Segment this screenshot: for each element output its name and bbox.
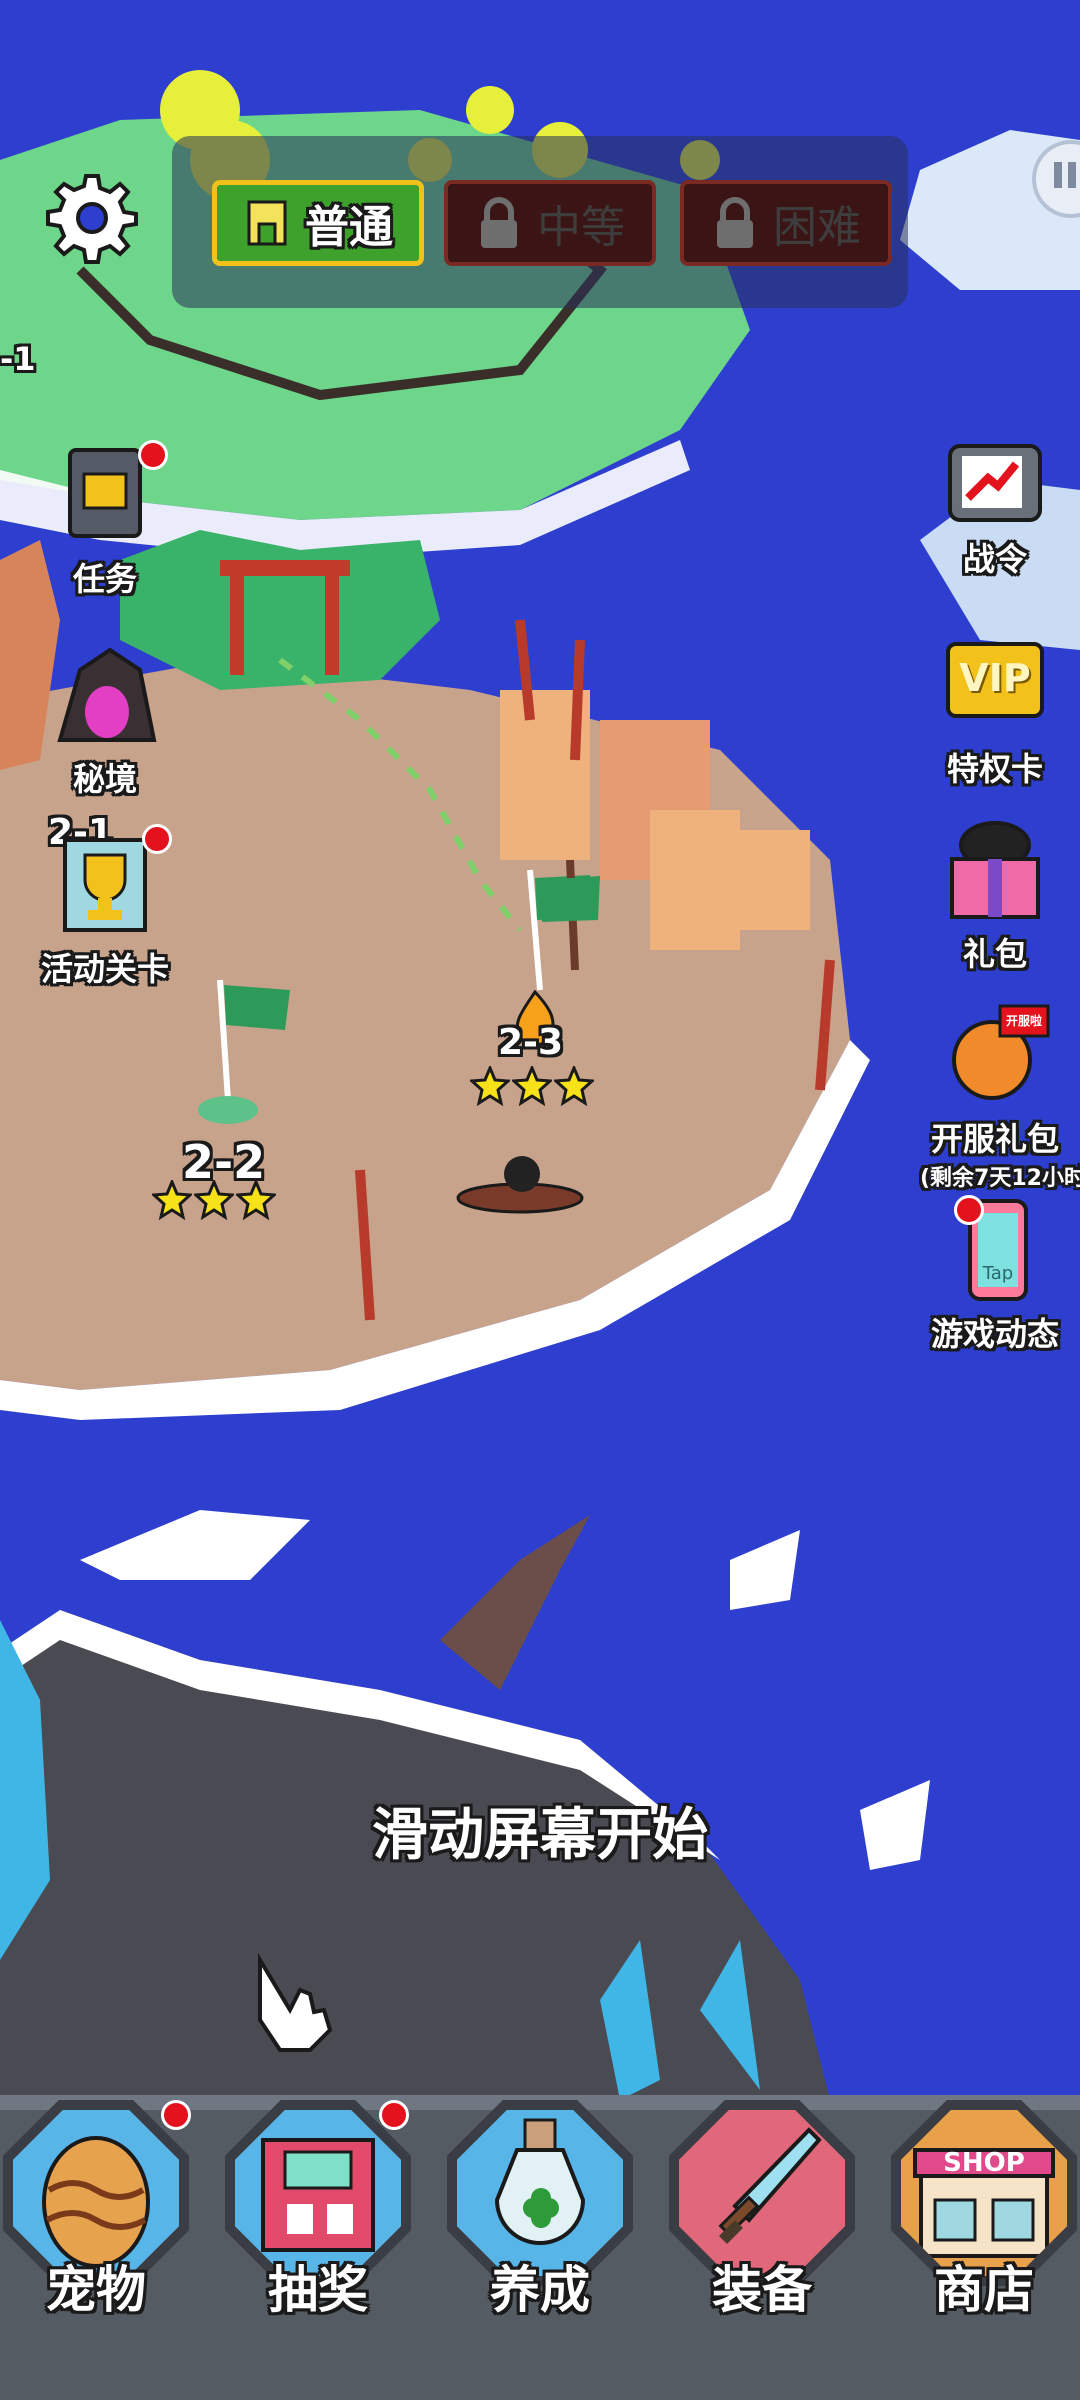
notification-badge bbox=[379, 2100, 409, 2130]
game-screen[interactable]: 普通 中等 困难 -1 任务 秘境 2-1 活动关卡 战令 VIP 特权卡 礼包… bbox=[0, 0, 1080, 2400]
tab-normal[interactable]: 普通 bbox=[212, 180, 424, 266]
nav-pet[interactable]: 宠物 bbox=[3, 2100, 191, 2319]
menu-battle-pass-label: 战令 bbox=[962, 540, 1027, 578]
star-icon bbox=[512, 1066, 552, 1106]
menu-quest[interactable]: 任务 bbox=[30, 440, 180, 600]
vip-label: VIP bbox=[959, 656, 1031, 700]
menu-game-news[interactable]: Tap 游戏动态 bbox=[920, 1195, 1070, 1355]
quest-book-icon bbox=[50, 440, 168, 550]
star-icon bbox=[554, 1066, 594, 1106]
star-icon bbox=[152, 1180, 192, 1220]
hand-pointer-icon bbox=[240, 1950, 340, 2060]
menu-launch-gift[interactable]: 开服啦 开服礼包 (剩余7天12小时) bbox=[920, 1000, 1080, 1192]
level-label-2-3: 2-3 bbox=[498, 1022, 564, 1063]
launch-gift-icon: 开服啦 bbox=[940, 1000, 1050, 1110]
menu-launch-gift-timer: (剩余7天12小时) bbox=[920, 1166, 1080, 1191]
menu-launch-gift-label: 开服礼包 bbox=[930, 1120, 1059, 1158]
nav-lottery[interactable]: 抽奖 bbox=[225, 2100, 411, 2319]
lock-icon bbox=[481, 197, 517, 248]
nav-equipment[interactable]: 装备 bbox=[669, 2100, 855, 2319]
settings-gear-icon[interactable] bbox=[42, 168, 142, 268]
menu-battle-pass[interactable]: 战令 bbox=[920, 420, 1070, 580]
phone-icon: Tap bbox=[940, 1195, 1050, 1305]
tv-icon bbox=[940, 420, 1050, 530]
menu-privilege-card[interactable]: VIP 特权卡 bbox=[920, 630, 1070, 790]
trophy-icon bbox=[50, 824, 172, 940]
player-character[interactable] bbox=[450, 1150, 590, 1220]
nav-shop-label: 商店 bbox=[934, 2261, 1034, 2319]
tab-normal-label: 普通 bbox=[305, 202, 393, 253]
nav-lottery-label: 抽奖 bbox=[268, 2261, 368, 2319]
notification-badge bbox=[954, 1195, 984, 1225]
nav-develop-label: 养成 bbox=[490, 2261, 590, 2319]
lock-icon bbox=[717, 197, 753, 248]
tab-hard[interactable]: 困难 bbox=[680, 180, 892, 266]
menu-secret-realm-label: 秘境 bbox=[72, 760, 137, 798]
castle-icon bbox=[247, 200, 287, 246]
menu-gift-pack-label: 礼包 bbox=[962, 935, 1027, 973]
notification-badge bbox=[161, 2100, 191, 2130]
menu-secret-realm[interactable]: 秘境 bbox=[30, 640, 180, 800]
level-2-2-stars bbox=[152, 1180, 276, 1220]
vip-card-icon: VIP bbox=[940, 630, 1050, 740]
star-icon bbox=[470, 1066, 510, 1106]
nav-pet-label: 宠物 bbox=[46, 2261, 146, 2319]
tap-label: Tap bbox=[982, 1263, 1014, 1284]
gift-box-icon bbox=[940, 815, 1050, 925]
nav-develop[interactable]: 养成 bbox=[447, 2100, 633, 2319]
tab-hard-label: 困难 bbox=[773, 202, 861, 253]
menu-quest-label: 任务 bbox=[72, 560, 137, 598]
tab-medium-label: 中等 bbox=[537, 202, 625, 253]
star-icon bbox=[236, 1180, 276, 1220]
level-2-3-stars bbox=[470, 1066, 594, 1106]
tab-medium[interactable]: 中等 bbox=[444, 180, 656, 266]
menu-gift-pack[interactable]: 礼包 bbox=[920, 815, 1070, 975]
notification-badge bbox=[142, 824, 172, 854]
menu-game-news-label: 游戏动态 bbox=[930, 1315, 1059, 1353]
menu-privilege-card-label: 特权卡 bbox=[946, 750, 1043, 788]
nav-shop[interactable]: SHOP 商店 bbox=[891, 2100, 1077, 2319]
menu-event-stage-label: 活动关卡 bbox=[40, 950, 169, 988]
shop-sign-label: SHOP bbox=[943, 2148, 1025, 2178]
menu-event-stage[interactable]: 活动关卡 bbox=[30, 824, 180, 990]
level-label-partial: -1 bbox=[0, 340, 36, 378]
notification-badge bbox=[138, 440, 168, 470]
nav-equipment-label: 装备 bbox=[712, 2261, 812, 2319]
cave-icon bbox=[50, 640, 160, 750]
launch-sign-label: 开服啦 bbox=[1005, 1014, 1042, 1028]
star-icon bbox=[194, 1180, 234, 1220]
swipe-hint-text: 滑动屏幕开始 bbox=[372, 1803, 708, 1868]
